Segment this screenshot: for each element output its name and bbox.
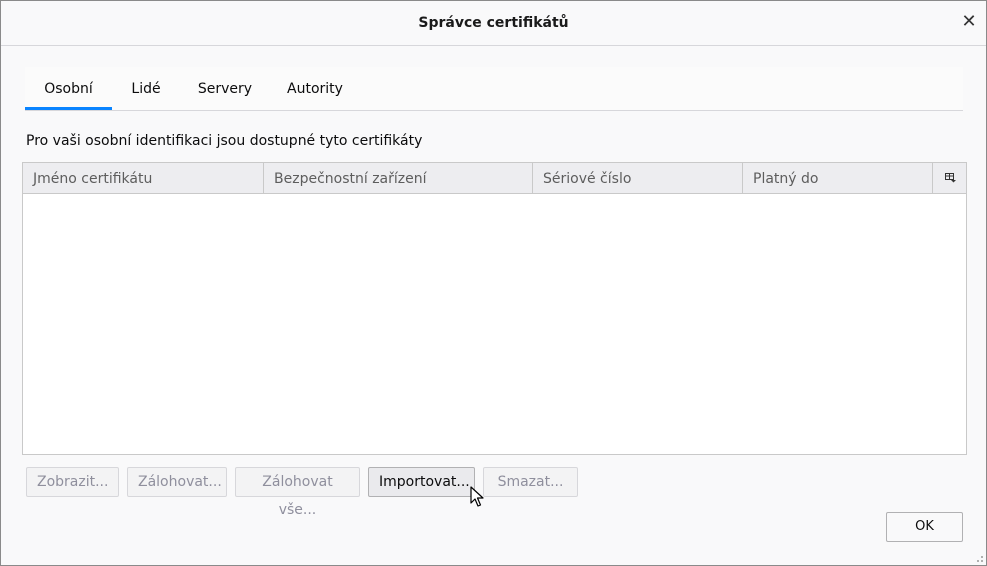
backup-all-button[interactable]: Zálohovat vše... [235, 467, 360, 518]
column-picker-icon[interactable] [932, 163, 966, 193]
tab-servers[interactable]: Servery [187, 67, 263, 110]
resize-grip-icon[interactable] [974, 553, 984, 563]
title-bar: Správce certifikátů ✕ [1, 1, 986, 46]
tab-bar: Osobní Lidé Servery Autority [25, 67, 963, 111]
backup-button[interactable]: Zálohovat... [127, 467, 227, 497]
column-header-serial[interactable]: Sériové číslo [532, 163, 742, 193]
tab-personal[interactable]: Osobní [25, 67, 112, 110]
mouse-cursor-icon [470, 486, 484, 507]
ok-button[interactable]: OK [886, 512, 963, 542]
column-header-name[interactable]: Jméno certifikátu [23, 163, 263, 193]
panel-description: Pro vaši osobní identifikaci jsou dostup… [26, 133, 423, 149]
column-header-device[interactable]: Bezpečnostní zařízení [263, 163, 532, 193]
close-icon[interactable]: ✕ [958, 11, 980, 33]
delete-button[interactable]: Smazat... [483, 467, 578, 497]
import-button[interactable]: Importovat... [368, 467, 475, 497]
certificate-table[interactable]: Jméno certifikátu Bezpečnostní zařízení … [22, 162, 967, 455]
dialog-title: Správce certifikátů [418, 15, 569, 31]
tab-people[interactable]: Lidé [117, 67, 175, 110]
certificate-manager-dialog: Správce certifikátů ✕ Osobní Lidé Server… [0, 0, 987, 566]
table-header: Jméno certifikátu Bezpečnostní zařízení … [23, 163, 966, 194]
view-button[interactable]: Zobrazit... [26, 467, 119, 497]
tab-authorities[interactable]: Autority [277, 67, 353, 110]
column-picker-glyph [945, 173, 956, 183]
column-header-expires[interactable]: Platný do [742, 163, 932, 193]
